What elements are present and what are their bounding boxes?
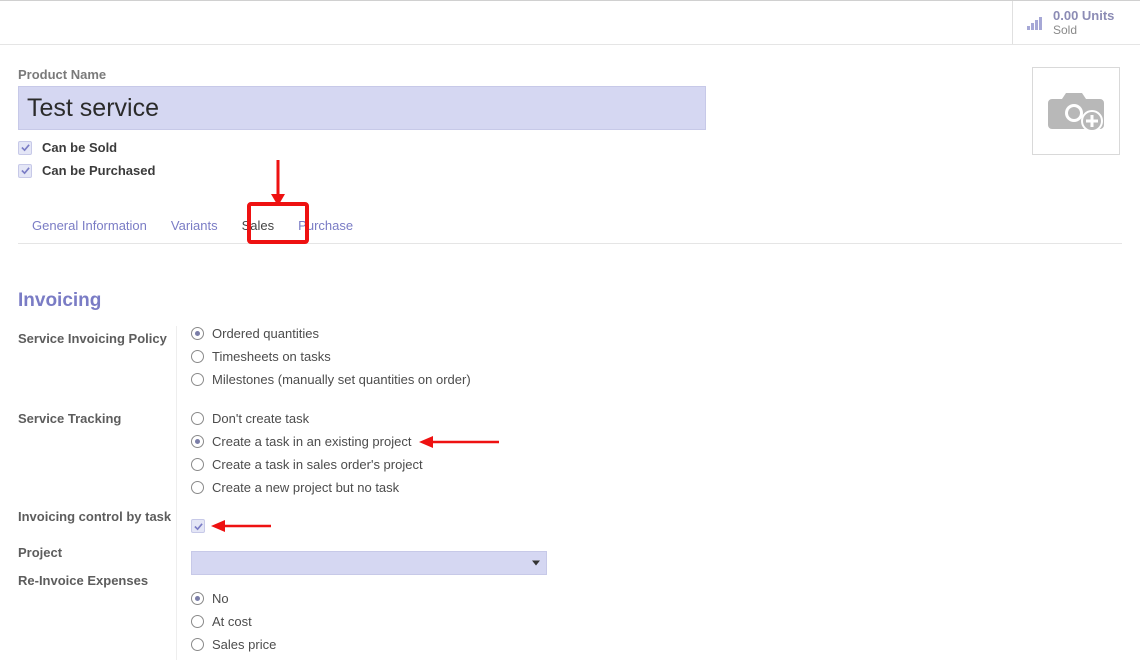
check-icon xyxy=(21,143,30,152)
tabs: General Information Variants Sales Purch… xyxy=(18,208,1122,244)
can-be-sold-checkbox[interactable] xyxy=(18,141,32,155)
tab-purchase[interactable]: Purchase xyxy=(298,208,353,243)
radio-label: Timesheets on tasks xyxy=(212,349,331,364)
radio-label: At cost xyxy=(212,614,252,629)
check-icon xyxy=(21,166,30,175)
radio-label: Sales price xyxy=(212,637,276,652)
can-be-sold-label: Can be Sold xyxy=(42,140,117,155)
project-select[interactable] xyxy=(191,551,547,575)
radio-dont-create-task[interactable] xyxy=(191,412,204,425)
can-be-purchased-checkbox[interactable] xyxy=(18,164,32,178)
tab-sales[interactable]: Sales xyxy=(242,208,275,243)
radio-create-task-existing-project[interactable] xyxy=(191,435,204,448)
product-image-placeholder[interactable] xyxy=(1032,67,1120,155)
radio-reinvoice-sales-price[interactable] xyxy=(191,638,204,651)
radio-create-task-sales-order-project[interactable] xyxy=(191,458,204,471)
status-sold-label: Sold xyxy=(1053,23,1114,37)
tab-variants[interactable]: Variants xyxy=(171,208,218,243)
radio-label: No xyxy=(212,591,229,606)
radio-reinvoice-no[interactable] xyxy=(191,592,204,605)
label-service-tracking: Service Tracking xyxy=(18,406,176,504)
radio-milestones[interactable] xyxy=(191,373,204,386)
radio-label: Create a task in an existing project xyxy=(212,434,411,449)
radio-label: Don't create task xyxy=(212,411,309,426)
radio-reinvoice-at-cost[interactable] xyxy=(191,615,204,628)
label-invoicing-control-by-task: Invoicing control by task xyxy=(18,504,176,540)
caret-down-icon xyxy=(532,561,540,566)
status-units: 0.00 Units xyxy=(1053,8,1114,23)
radio-ordered-quantities[interactable] xyxy=(191,327,204,340)
radio-create-new-project-no-task[interactable] xyxy=(191,481,204,494)
invoicing-control-by-task-checkbox[interactable] xyxy=(191,519,205,533)
radio-timesheets-on-tasks[interactable] xyxy=(191,350,204,363)
bar-chart-icon xyxy=(1027,14,1045,32)
radio-label: Milestones (manually set quantities on o… xyxy=(212,372,471,387)
label-project: Project xyxy=(18,540,176,568)
product-name-label: Product Name xyxy=(18,67,1032,82)
status-sold-box[interactable]: 0.00 Units Sold xyxy=(1012,1,1140,44)
check-icon xyxy=(194,522,203,531)
can-be-purchased-label: Can be Purchased xyxy=(42,163,155,178)
section-invoicing-title: Invoicing xyxy=(18,290,1122,312)
annotation-arrow-right xyxy=(211,519,271,533)
label-service-invoicing-policy: Service Invoicing Policy xyxy=(18,326,176,400)
top-bar: 0.00 Units Sold xyxy=(0,0,1140,45)
annotation-arrow-right xyxy=(419,435,499,449)
label-re-invoice-expenses: Re-Invoice Expenses xyxy=(18,568,176,594)
radio-label: Ordered quantities xyxy=(212,326,319,341)
product-name-input[interactable] xyxy=(18,86,706,130)
annotation-arrow-down xyxy=(268,160,288,206)
radio-label: Create a new project but no task xyxy=(212,480,399,495)
tab-general-information[interactable]: General Information xyxy=(32,208,147,243)
radio-label: Create a task in sales order's project xyxy=(212,457,423,472)
camera-add-icon xyxy=(1048,89,1104,133)
